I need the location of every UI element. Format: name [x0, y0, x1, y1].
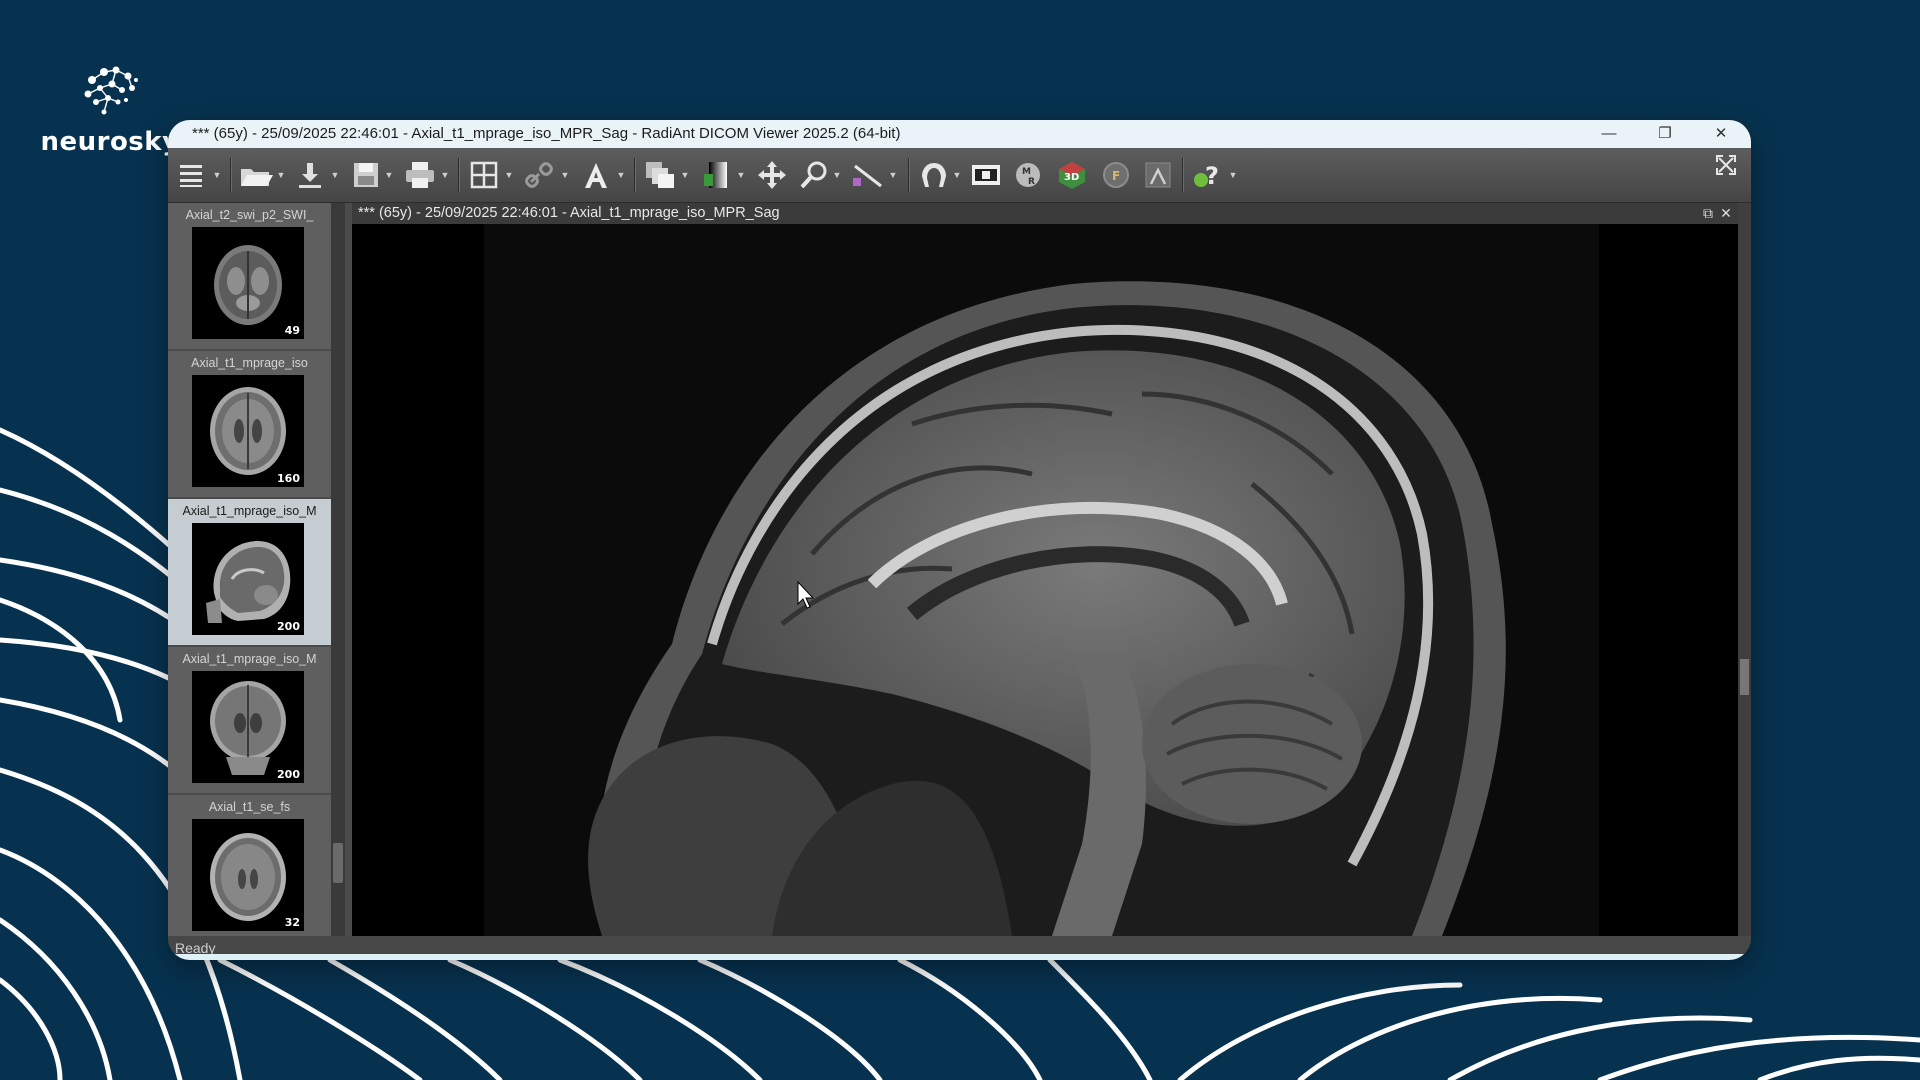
window-level-dropdown-icon[interactable]: ▼ [736, 170, 746, 180]
sagittal-brain-image [206, 541, 291, 623]
measure-dropdown-icon[interactable]: ▼ [888, 170, 898, 180]
brand-logo: neurosky [40, 60, 180, 157]
minimize-button[interactable]: — [1586, 120, 1632, 148]
image-count: 200 [277, 768, 300, 781]
3d-icon[interactable]: 3D [1054, 158, 1090, 192]
radiant-window: *** (65y) - 25/09/2025 22:46:01 - Axial_… [168, 120, 1751, 960]
toolbar-separator [230, 158, 231, 192]
series-dropdown-icon[interactable]: ▼ [680, 170, 690, 180]
layout-grid-icon[interactable] [466, 158, 502, 192]
image-count: 160 [277, 472, 300, 485]
series-panel: Axial_t2_swi_p2_SWI_ 49 Axial_t1_mprage_… [168, 203, 331, 936]
series-preview-image: 200 [192, 671, 304, 783]
link-icon[interactable] [522, 158, 558, 192]
series-scrollbar[interactable] [331, 203, 345, 936]
image-count: 200 [277, 620, 300, 633]
sagittal-mri-image[interactable] [352, 224, 1738, 936]
measure-icon[interactable] [850, 158, 886, 192]
viewport-title: *** (65y) - 25/09/2025 22:46:01 - Axial_… [358, 205, 780, 221]
image-count: 32 [284, 916, 300, 929]
download-icon[interactable] [292, 158, 328, 192]
toolbar: ▼ ▼ ▼ ▼ ▼ ▼ ▼ ▼ ▼ ▼ ▼ ▼ ▼ M R 3D F ? ▼ [168, 148, 1751, 203]
brain-network-icon [84, 66, 138, 115]
fullscreen-icon[interactable] [1712, 152, 1740, 178]
svg-text:?: ? [1205, 162, 1219, 190]
help-icon[interactable]: ? [1190, 158, 1226, 192]
text-dropdown-icon[interactable]: ▼ [616, 170, 626, 180]
svg-text:M: M [1022, 167, 1031, 177]
print-dropdown-icon[interactable]: ▼ [440, 170, 450, 180]
zoom-icon[interactable] [796, 158, 832, 192]
menu-dropdown-icon[interactable]: ▼ [212, 170, 222, 180]
brand-name: neurosky [40, 127, 180, 157]
pan-icon[interactable] [754, 158, 790, 192]
mpr-icon[interactable] [916, 158, 952, 192]
series-label: Axial_t1_se_fs [208, 800, 291, 814]
zoom-dropdown-icon[interactable]: ▼ [832, 170, 842, 180]
series-preview-image: 160 [192, 375, 304, 487]
title-bar: *** (65y) - 25/09/2025 22:46:01 - Axial_… [168, 120, 1751, 148]
help-dropdown-icon[interactable]: ▼ [1228, 170, 1238, 180]
open-folder-icon[interactable] [238, 158, 274, 192]
series-scrollbar-thumb[interactable] [333, 843, 343, 883]
series-label: Axial_t1_mprage_iso [191, 356, 308, 370]
series-thumbnail-1[interactable]: Axial_t2_swi_p2_SWI_ 49 [168, 203, 331, 351]
series-thumbnail-4[interactable]: Axial_t1_mprage_iso_M 200 [168, 647, 331, 795]
window-title: *** (65y) - 25/09/2025 22:46:01 - Axial_… [192, 125, 901, 142]
svg-text:F: F [1112, 169, 1120, 183]
open-dropdown-icon[interactable]: ▼ [276, 170, 286, 180]
toolbar-separator [634, 158, 635, 192]
save-dropdown-icon[interactable]: ▼ [384, 170, 394, 180]
close-viewport-icon[interactable]: ✕ [1718, 205, 1734, 221]
cine-icon[interactable] [968, 158, 1004, 192]
tools-icon[interactable] [1140, 158, 1176, 192]
toolbar-separator [908, 158, 909, 192]
fusion-icon[interactable]: F [1098, 158, 1134, 192]
toolbar-separator [1182, 158, 1183, 192]
download-dropdown-icon[interactable]: ▼ [330, 170, 340, 180]
svg-text:R: R [1028, 177, 1035, 187]
restore-button[interactable]: ❐ [1642, 120, 1688, 148]
text-annotation-icon[interactable] [578, 158, 614, 192]
layout-dropdown-icon[interactable]: ▼ [504, 170, 514, 180]
toolbar-separator [458, 158, 459, 192]
series-label: Axial_t2_swi_p2_SWI_ [185, 208, 314, 222]
series-thumbnail-3[interactable]: Axial_t1_mprage_iso_M 200 [168, 499, 331, 647]
svg-text:3D: 3D [1064, 172, 1079, 183]
series-label: Axial_t1_mprage_iso_M [182, 504, 317, 518]
link-dropdown-icon[interactable]: ▼ [560, 170, 570, 180]
status-accent-line [168, 954, 1751, 960]
print-icon[interactable] [402, 158, 438, 192]
series-label: Axial_t1_mprage_iso_M [182, 652, 317, 666]
maximize-viewport-icon[interactable]: ⧉ [1700, 205, 1716, 221]
axial-brain-image [210, 387, 286, 475]
axial-brain-image [214, 245, 282, 325]
viewport-scrollbar-thumb[interactable] [1740, 659, 1749, 695]
series-preview-image: 200 [192, 523, 304, 635]
series-preview-image: 32 [192, 819, 304, 931]
mr-icon[interactable]: MR [1010, 158, 1046, 192]
series-thumbnail-5[interactable]: Axial_t1_se_fs 32 [168, 795, 331, 936]
window-level-icon[interactable] [698, 158, 734, 192]
series-stack-icon[interactable] [642, 158, 678, 192]
series-thumbnail-2[interactable]: Axial_t1_mprage_iso 160 [168, 351, 331, 499]
menu-icon[interactable] [174, 158, 210, 192]
image-count: 49 [284, 324, 300, 337]
image-viewport[interactable]: *** (65y) - 25/09/2025 22:46:01 - Axial_… [352, 203, 1738, 936]
axial-brain-image [210, 833, 286, 921]
mpr-dropdown-icon[interactable]: ▼ [952, 170, 962, 180]
viewport-scrollbar[interactable] [1738, 203, 1751, 936]
series-preview-image: 49 [192, 227, 304, 339]
viewport-header: *** (65y) - 25/09/2025 22:46:01 - Axial_… [352, 203, 1738, 224]
close-button[interactable]: ✕ [1698, 120, 1744, 148]
save-icon[interactable] [348, 158, 384, 192]
coronal-brain-image [210, 681, 286, 775]
